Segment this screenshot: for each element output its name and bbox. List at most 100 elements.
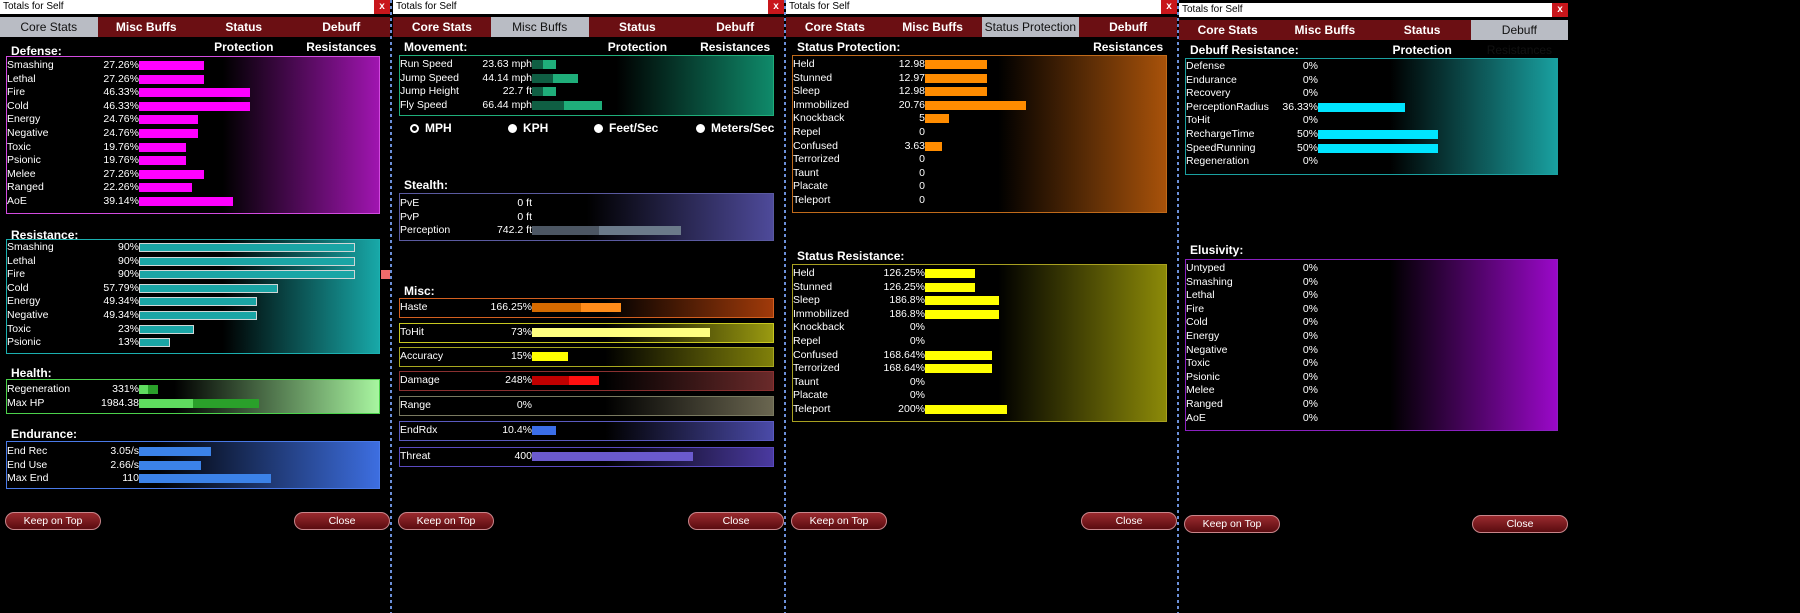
stat-value: 66.44 mph bbox=[482, 98, 532, 111]
close-button[interactable]: Close bbox=[688, 512, 784, 530]
window-title: Totals for Self bbox=[789, 1, 850, 12]
stat-value: 13% bbox=[117, 336, 139, 349]
tab-misc-buffs[interactable]: Misc Buffs bbox=[883, 17, 982, 37]
keep-on-top-button[interactable]: Keep on Top bbox=[5, 512, 101, 530]
stat-value: 0 bbox=[919, 194, 925, 206]
stat-value: 1984.38 bbox=[101, 396, 139, 409]
close-x-button[interactable]: x bbox=[768, 0, 784, 14]
tab-debuff-resistances[interactable]: Debuff Resistances bbox=[1470, 20, 1568, 57]
stat-bar bbox=[139, 197, 233, 206]
radio-dot-icon bbox=[508, 124, 517, 133]
stat-label: Haste bbox=[400, 301, 428, 313]
stat-label: Accuracy bbox=[400, 350, 444, 362]
window-title: Totals for Self bbox=[1182, 4, 1243, 15]
close-x-button[interactable]: x bbox=[374, 0, 390, 14]
stat-label: AoE bbox=[7, 195, 27, 207]
stat-bar-secondary bbox=[532, 73, 553, 83]
misc-row-endrdx: EndRdx 10.4% bbox=[400, 423, 770, 438]
stat-bar bbox=[1318, 102, 1405, 112]
window-debuff: Totals for Self x Core Stats Misc Buffs Stat… bbox=[1179, 3, 1568, 613]
tab-debuff-resistances[interactable]: Debuff Resistances bbox=[292, 17, 390, 54]
tab-status-protection[interactable]: Status Protection bbox=[1373, 20, 1471, 57]
tab-core-stats[interactable]: Core Stats bbox=[393, 17, 491, 37]
window-divider bbox=[390, 0, 392, 613]
stat-bar bbox=[139, 460, 201, 470]
stealth-row-perception: Perception 742.2 ft bbox=[400, 223, 770, 238]
stat-bar bbox=[925, 114, 949, 124]
unit-radio-feet-sec[interactable]: Feet/Sec bbox=[594, 121, 658, 135]
stat-label: AoE bbox=[1186, 411, 1206, 424]
unit-radio-kph[interactable]: KPH bbox=[508, 121, 548, 135]
stat-value: 166.25% bbox=[490, 301, 532, 313]
close-x-button[interactable]: x bbox=[1552, 3, 1568, 17]
keep-on-top-button[interactable]: Keep on Top bbox=[1184, 515, 1280, 533]
stat-bar bbox=[139, 297, 257, 307]
stat-bar bbox=[532, 452, 693, 461]
stat-bar bbox=[139, 61, 204, 70]
stat-label: Teleport bbox=[793, 194, 831, 206]
stat-bar bbox=[925, 309, 999, 319]
health-row-max-hp: Max HP 1984.38 bbox=[7, 396, 377, 411]
tab-misc-buffs[interactable]: Misc Buffs bbox=[490, 17, 589, 37]
tab-debuff-resistances[interactable]: Debuff Resistances bbox=[686, 17, 784, 54]
stat-value: 400 bbox=[514, 450, 532, 462]
radio-dot-icon bbox=[594, 124, 603, 133]
close-button[interactable]: Close bbox=[294, 512, 390, 530]
stat-bar bbox=[925, 282, 975, 292]
keep-on-top-button[interactable]: Keep on Top bbox=[791, 512, 887, 530]
health-title: Health: bbox=[11, 366, 52, 380]
stat-label: Psionic bbox=[7, 336, 41, 349]
stat-bar bbox=[925, 141, 942, 151]
stat-bar bbox=[925, 73, 987, 83]
radio-dot-icon bbox=[410, 124, 419, 133]
stat-bar bbox=[139, 156, 186, 166]
unit-label: Feet/Sec bbox=[609, 121, 659, 135]
stat-bar bbox=[532, 426, 556, 435]
tab-bar: Core Stats Misc Buffs Status Protection Deb… bbox=[1179, 20, 1568, 57]
close-button[interactable]: Close bbox=[1081, 512, 1177, 530]
close-x-button[interactable]: x bbox=[1161, 0, 1177, 14]
stat-bar bbox=[139, 88, 250, 98]
stat-bar-secondary bbox=[581, 303, 621, 312]
stat-value: 0% bbox=[1302, 155, 1318, 168]
stat-bar bbox=[925, 405, 1007, 414]
keep-on-top-button[interactable]: Keep on Top bbox=[398, 512, 494, 530]
movement-row-fly-speed: Fly Speed 66.44 mph bbox=[400, 98, 770, 113]
tab-core-stats[interactable]: Core Stats bbox=[1179, 20, 1277, 40]
tab-core-stats[interactable]: Core Stats bbox=[0, 17, 98, 37]
misc-row-haste: Haste 166.25% bbox=[400, 300, 770, 315]
stat-bar bbox=[139, 243, 355, 252]
stat-bar bbox=[139, 270, 355, 280]
misc-row-tohit: ToHit 73% bbox=[400, 325, 770, 340]
unit-label: KPH bbox=[523, 121, 549, 135]
tab-core-stats[interactable]: Core Stats bbox=[786, 17, 884, 37]
title-bar: Totals for Self x bbox=[786, 0, 1177, 14]
stat-bar-secondary bbox=[532, 60, 543, 69]
tab-status-protection[interactable]: Status Protection bbox=[195, 17, 293, 54]
tab-misc-buffs[interactable]: Misc Buffs bbox=[1276, 20, 1374, 40]
stat-label: Threat bbox=[400, 450, 431, 462]
unit-radio-meters-sec[interactable]: Meters/Sec bbox=[696, 121, 774, 135]
elusivity-row-aoe: AoE 0% bbox=[1186, 411, 1556, 426]
tab-bar: Core Stats Misc Buffs Status Protection Deb… bbox=[0, 17, 390, 54]
tab-status-protection[interactable]: Status Protection bbox=[588, 17, 687, 54]
window-title: Totals for Self bbox=[396, 1, 457, 12]
unit-radio-mph[interactable]: MPH bbox=[410, 121, 452, 135]
window-core: Totals for Self x Core Stats Misc Buffs Stat… bbox=[0, 0, 390, 613]
stat-value: 15% bbox=[510, 350, 532, 362]
tab-status-protection[interactable]: Status Protection bbox=[981, 17, 1080, 37]
defense-row-aoe: AoE 39.14% bbox=[7, 194, 377, 209]
title-bar: Totals for Self x bbox=[0, 0, 390, 14]
stat-bar bbox=[139, 169, 204, 179]
stat-value: 200% bbox=[898, 403, 925, 415]
tab-debuff-resistances[interactable]: Debuff Resistances bbox=[1079, 17, 1177, 54]
stat-label: Range bbox=[400, 399, 431, 411]
stat-bar bbox=[139, 101, 250, 111]
stat-bar bbox=[532, 352, 568, 361]
stat-label: Teleport bbox=[793, 403, 831, 415]
unit-label: Meters/Sec bbox=[711, 121, 775, 135]
stat-bar bbox=[139, 447, 211, 456]
stat-bar-secondary bbox=[532, 100, 564, 110]
close-button[interactable]: Close bbox=[1472, 515, 1568, 533]
tab-misc-buffs[interactable]: Misc Buffs bbox=[97, 17, 195, 37]
